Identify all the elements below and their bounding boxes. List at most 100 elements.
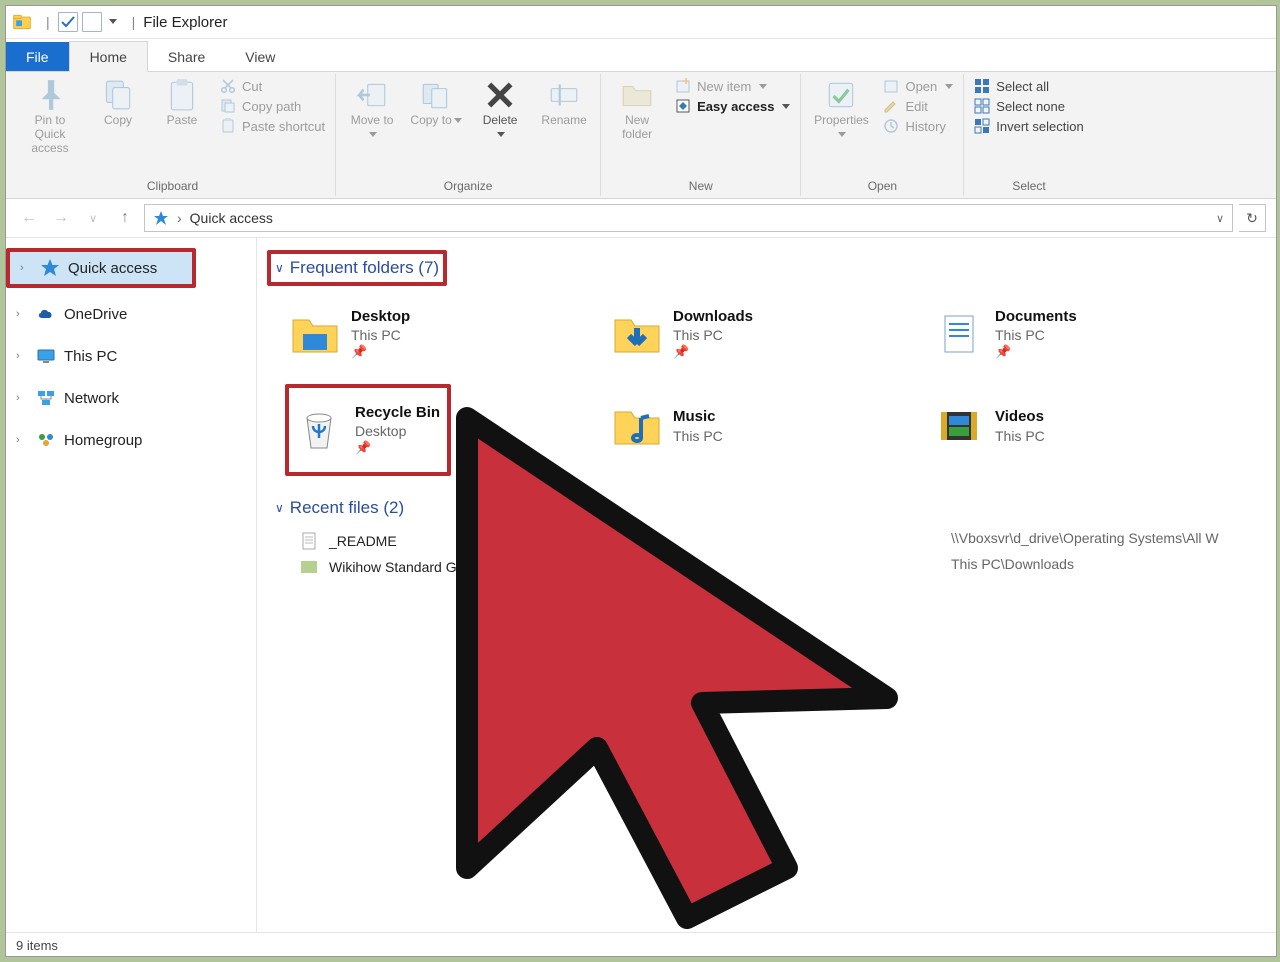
- group-name-new: New: [611, 177, 790, 196]
- group-name-select: Select: [974, 177, 1083, 196]
- new-item-label: New item: [697, 79, 751, 94]
- copy-to-button[interactable]: Copy to: [410, 78, 462, 128]
- tile-desktop[interactable]: Desktop This PC 📌: [285, 292, 603, 376]
- tab-home[interactable]: Home: [69, 41, 148, 72]
- ribbon-group-select: Select all Select none Invert selection …: [964, 74, 1093, 196]
- new-folder-label: New folder: [611, 114, 663, 142]
- select-all-icon: [974, 78, 990, 94]
- easy-access-icon: [675, 98, 691, 114]
- folder-music-icon: [611, 400, 663, 452]
- frequent-folders-header[interactable]: ∨ Frequent folders (7): [271, 254, 443, 282]
- recent-locations-button[interactable]: ∨: [80, 205, 106, 231]
- invert-selection-label: Invert selection: [996, 119, 1083, 134]
- open-button[interactable]: Open: [883, 78, 953, 94]
- tile-downloads[interactable]: Downloads This PC 📌: [607, 292, 925, 376]
- new-folder-button[interactable]: New folder: [611, 78, 663, 142]
- expand-icon[interactable]: ›: [16, 434, 28, 446]
- folder-downloads-icon: [611, 308, 663, 360]
- back-button[interactable]: ←: [16, 205, 42, 231]
- ribbon: Pin to Quick access Copy Paste Cut: [6, 72, 1276, 199]
- status-bar: 9 items: [6, 932, 1276, 957]
- file-explorer-window: | | File Explorer File Home Share View P…: [5, 5, 1277, 957]
- nav-homegroup[interactable]: › Homegroup: [6, 424, 256, 456]
- new-folder-icon: [620, 78, 654, 112]
- select-all-button[interactable]: Select all: [974, 78, 1083, 94]
- text-file-icon: [299, 531, 319, 551]
- expand-icon[interactable]: ›: [16, 350, 28, 362]
- recent-files-header[interactable]: ∨ Recent files (2): [271, 494, 1276, 522]
- content-pane: ∨ Frequent folders (7) Desktop This PC 📌: [257, 238, 1276, 932]
- paste-label: Paste: [167, 114, 198, 128]
- nav-label: This PC: [64, 348, 117, 365]
- pin-icon: 📌: [355, 440, 440, 457]
- easy-access-button[interactable]: Easy access: [675, 98, 790, 114]
- tile-location: This PC: [995, 427, 1045, 445]
- recent-file-wikihow[interactable]: Wikihow Standard Gr: [271, 554, 1276, 580]
- refresh-button[interactable]: ↻: [1239, 204, 1266, 232]
- tab-file[interactable]: File: [6, 42, 69, 71]
- tile-location: This PC: [673, 427, 723, 445]
- group-name-clipboard: Clipboard: [20, 177, 325, 196]
- nav-label: OneDrive: [64, 306, 127, 323]
- tab-view[interactable]: View: [225, 42, 295, 71]
- select-none-button[interactable]: Select none: [974, 98, 1083, 114]
- cut-button[interactable]: Cut: [220, 78, 325, 94]
- copy-path-label: Copy path: [242, 99, 301, 114]
- rename-icon: [547, 78, 581, 112]
- recent-file-name: _README: [329, 533, 397, 549]
- group-name-organize: Organize: [346, 177, 590, 196]
- nav-label: Quick access: [68, 260, 157, 277]
- edit-button[interactable]: Edit: [883, 98, 953, 114]
- expand-icon[interactable]: ›: [20, 262, 32, 274]
- nav-this-pc[interactable]: › This PC: [6, 340, 256, 372]
- address-dropdown-icon[interactable]: ∨: [1216, 212, 1224, 225]
- titlebar-separator: |: [46, 14, 50, 30]
- tab-share[interactable]: Share: [148, 42, 225, 71]
- group-name-open: Open: [811, 177, 953, 196]
- copy-path-button[interactable]: Copy path: [220, 98, 325, 114]
- properties-label: Properties: [814, 114, 869, 142]
- history-button[interactable]: History: [883, 118, 953, 134]
- up-button[interactable]: ↑: [112, 205, 138, 231]
- scissors-icon: [220, 78, 236, 94]
- move-to-icon: [355, 78, 389, 112]
- address-bar[interactable]: › Quick access ∨: [144, 204, 1233, 232]
- titlebar-separator-2: |: [132, 14, 136, 30]
- nav-onedrive[interactable]: › OneDrive: [6, 298, 256, 330]
- qat-blank[interactable]: [82, 12, 102, 32]
- copy-button[interactable]: Copy: [92, 78, 144, 128]
- delete-button[interactable]: Delete: [474, 78, 526, 142]
- rename-label: Rename: [541, 114, 586, 128]
- nav-quick-access[interactable]: › Quick access: [10, 252, 192, 284]
- tile-location: This PC: [351, 326, 410, 344]
- properties-button[interactable]: Properties: [811, 78, 871, 142]
- ribbon-group-clipboard: Pin to Quick access Copy Paste Cut: [10, 74, 336, 196]
- expand-icon[interactable]: ›: [16, 308, 28, 320]
- paste-button[interactable]: Paste: [156, 78, 208, 128]
- new-item-icon: [675, 78, 691, 94]
- paste-shortcut-button[interactable]: Paste shortcut: [220, 118, 325, 134]
- qat-checkbox[interactable]: [58, 12, 78, 32]
- network-icon: [36, 388, 56, 408]
- tile-documents[interactable]: Documents This PC 📌: [929, 292, 1247, 376]
- frequent-folders-tiles: Desktop This PC 📌 Downloads This PC 📌: [285, 292, 1276, 476]
- tile-recycle-bin[interactable]: Recycle Bin Desktop 📌: [285, 384, 451, 476]
- ribbon-group-organize: Move to Copy to Delete Rename Organize: [336, 74, 601, 196]
- invert-selection-button[interactable]: Invert selection: [974, 118, 1083, 134]
- tile-videos[interactable]: Videos This PC: [929, 384, 1247, 468]
- pin-to-quick-access-button[interactable]: Pin to Quick access: [20, 78, 80, 155]
- open-icon: [883, 78, 899, 94]
- cut-label: Cut: [242, 79, 262, 94]
- qat-dropdown[interactable]: [106, 13, 124, 31]
- forward-button[interactable]: →: [48, 205, 74, 231]
- nav-network[interactable]: › Network: [6, 382, 256, 414]
- recent-file-name: Wikihow Standard Gr: [329, 559, 461, 575]
- nav-label: Homegroup: [64, 432, 142, 449]
- new-item-button[interactable]: New item: [675, 78, 790, 94]
- copy-to-label: Copy to: [410, 114, 461, 128]
- rename-button[interactable]: Rename: [538, 78, 590, 128]
- expand-icon[interactable]: ›: [16, 392, 28, 404]
- move-to-button[interactable]: Move to: [346, 78, 398, 142]
- tile-music[interactable]: Music This PC: [607, 384, 925, 468]
- quick-access-toolbar: [58, 12, 124, 32]
